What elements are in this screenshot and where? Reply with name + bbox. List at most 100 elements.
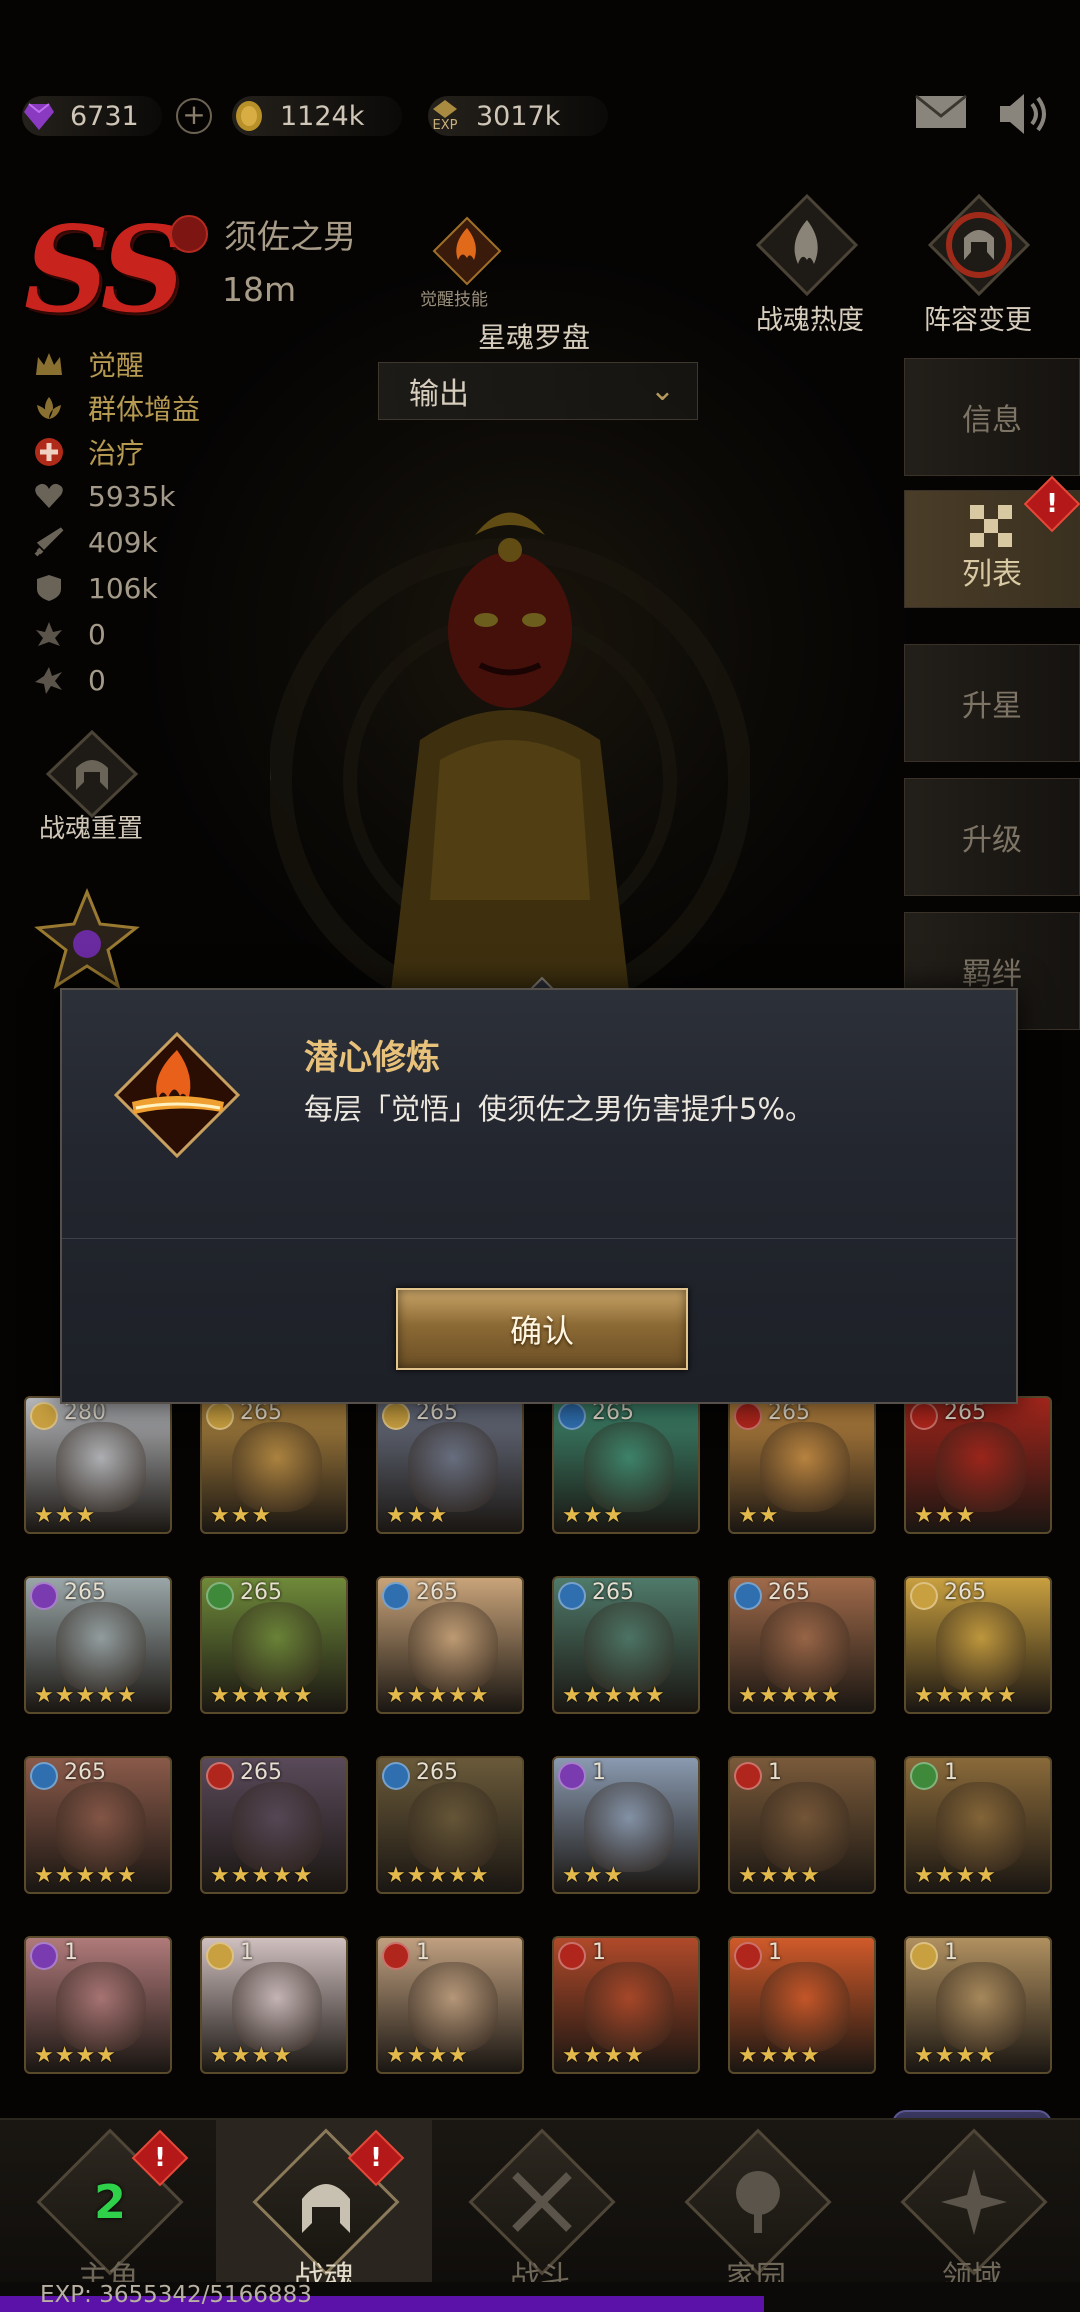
tab-info[interactable]: 信息 bbox=[904, 358, 1080, 476]
hero-name: 须佐之男 bbox=[224, 217, 356, 256]
tab-level-up[interactable]: 升级 bbox=[904, 778, 1080, 896]
constellation-button[interactable] bbox=[32, 888, 142, 992]
hero-card[interactable]: 265 ★★★★★ bbox=[904, 1576, 1052, 1714]
hero-card[interactable]: 265 ★★★★★ bbox=[728, 1576, 876, 1714]
hero-portrait bbox=[232, 1422, 322, 1512]
purple-element-icon bbox=[558, 1762, 586, 1790]
tag-awaken: 觉醒 bbox=[32, 344, 144, 384]
hero-portrait bbox=[56, 1782, 146, 1872]
hero-level: 265 bbox=[64, 1760, 106, 1785]
red-element-icon bbox=[734, 1762, 762, 1790]
tag-label: 群体增益 bbox=[88, 393, 201, 426]
hero-card[interactable]: 265 ★★★★★ bbox=[24, 1576, 172, 1714]
hero-card[interactable]: 1 ★★★★ bbox=[728, 1756, 876, 1894]
hero-stars: ★★★★ bbox=[386, 2043, 469, 2068]
hero-stars: ★★★★★ bbox=[738, 1683, 842, 1708]
hero-card[interactable]: 265 ★★★★★ bbox=[200, 1576, 348, 1714]
hero-card[interactable]: 265 ★★★★★ bbox=[200, 1756, 348, 1894]
hero-distance: 18m bbox=[222, 270, 297, 309]
hero-portrait bbox=[936, 1782, 1026, 1872]
hero-card[interactable]: 1 ★★★★ bbox=[376, 1936, 524, 2074]
hero-card[interactable]: 1 ★★★★ bbox=[904, 1936, 1052, 2074]
hero-stars: ★★★★★ bbox=[914, 1683, 1018, 1708]
hero-level: 265 bbox=[240, 1580, 282, 1605]
hero-level: 265 bbox=[768, 1580, 810, 1605]
hero-portrait bbox=[584, 1602, 674, 1692]
stat-value: 0 bbox=[88, 617, 106, 651]
stat-defense: 106k bbox=[32, 568, 158, 608]
gem-amount: 6731 bbox=[70, 100, 139, 132]
stat-attack: 409k bbox=[32, 522, 158, 562]
tag-label: 治疗 bbox=[88, 437, 145, 470]
hero-portrait bbox=[760, 1962, 850, 2052]
chevron-down-icon: ⌄ bbox=[649, 373, 675, 408]
role-dropdown[interactable]: 输出 ⌄ bbox=[378, 362, 698, 420]
hero-card[interactable]: 265 ★★★ bbox=[376, 1396, 524, 1534]
hero-level: 1 bbox=[64, 1940, 78, 1965]
burst-icon bbox=[32, 663, 66, 697]
soul-heat-button[interactable] bbox=[752, 190, 862, 300]
awaken-skill-label: 觉醒技能 bbox=[420, 290, 488, 310]
tab-label: 信息 bbox=[962, 403, 1022, 438]
hero-stars: ★★★★★ bbox=[386, 1863, 490, 1888]
checker-grid-icon bbox=[970, 505, 1012, 547]
stat-4: 0 bbox=[32, 614, 106, 654]
hero-stars: ★★★★★ bbox=[562, 1683, 666, 1708]
add-gems-button[interactable]: + bbox=[176, 98, 212, 134]
player-level: 2 bbox=[93, 2175, 126, 2229]
exp-progress-text: EXP: 3655342/5166883 bbox=[40, 2282, 312, 2308]
dropdown-value: 输出 bbox=[409, 377, 469, 412]
hero-card[interactable]: 265 ★★★★★ bbox=[376, 1576, 524, 1714]
hero-card[interactable]: 265 ★★★★★ bbox=[552, 1576, 700, 1714]
lotus-icon bbox=[32, 391, 66, 425]
hero-card[interactable]: 1 ★★★★ bbox=[904, 1756, 1052, 1894]
swap-helmet-icon bbox=[927, 193, 1031, 297]
hero-portrait bbox=[232, 1962, 322, 2052]
hero-card[interactable]: 1 ★★★ bbox=[552, 1756, 700, 1894]
hero-portrait bbox=[56, 1602, 146, 1692]
mail-icon[interactable] bbox=[914, 92, 968, 136]
stat-value: 0 bbox=[88, 663, 106, 697]
hero-card[interactable]: 280 ★★★ bbox=[24, 1396, 172, 1534]
hero-stars: ★★★★★ bbox=[210, 1683, 314, 1708]
blue-element-icon bbox=[382, 1762, 410, 1790]
hero-card[interactable]: 265 ★★ bbox=[728, 1396, 876, 1534]
stat-hp: 5935k bbox=[32, 476, 175, 516]
hero-level: 1 bbox=[240, 1940, 254, 1965]
lineup-change-button[interactable] bbox=[924, 190, 1034, 300]
gold-element-icon bbox=[910, 1942, 938, 1970]
awaken-skill-button[interactable] bbox=[430, 214, 504, 288]
hero-card[interactable]: 1 ★★★★ bbox=[728, 1936, 876, 2074]
hero-portrait bbox=[408, 1422, 498, 1512]
hero-portrait bbox=[56, 1962, 146, 2052]
hero-portrait bbox=[408, 1602, 498, 1692]
confirm-button[interactable]: 确认 bbox=[396, 1288, 688, 1370]
hero-stars: ★★★★★ bbox=[34, 1683, 138, 1708]
tab-label: 升星 bbox=[962, 689, 1022, 724]
gold-counter: 1124k bbox=[232, 96, 402, 136]
gem-icon bbox=[22, 99, 56, 133]
hero-card[interactable]: 1 ★★★★ bbox=[24, 1936, 172, 2074]
hero-card[interactable]: 265 ★★★ bbox=[200, 1396, 348, 1534]
hero-card[interactable]: 265 ★★★ bbox=[552, 1396, 700, 1534]
sound-icon[interactable] bbox=[996, 92, 1052, 136]
hero-card[interactable]: 265 ★★★★★ bbox=[376, 1756, 524, 1894]
reset-label: 战魂重置 bbox=[38, 814, 143, 844]
hero-card[interactable]: 1 ★★★★ bbox=[552, 1936, 700, 2074]
tab-star-up[interactable]: 升星 bbox=[904, 644, 1080, 762]
hero-stars: ★★★ bbox=[914, 1503, 977, 1528]
hero-portrait bbox=[760, 1422, 850, 1512]
exp-icon: EXP bbox=[428, 99, 462, 133]
hero-level: 1 bbox=[944, 1760, 958, 1785]
hero-stars: ★★★★★ bbox=[210, 1863, 314, 1888]
stat-5: 0 bbox=[32, 660, 106, 700]
hero-level: 1 bbox=[592, 1940, 606, 1965]
hero-stars: ★★★★ bbox=[914, 2043, 997, 2068]
hero-portrait bbox=[584, 1422, 674, 1512]
hero-card[interactable]: 265 ★★★ bbox=[904, 1396, 1052, 1534]
heart-icon bbox=[32, 479, 66, 513]
hero-card[interactable]: 265 ★★★★★ bbox=[24, 1756, 172, 1894]
lineup-change-label: 阵容变更 bbox=[924, 305, 1032, 336]
soul-heat-label: 战魂热度 bbox=[756, 305, 864, 336]
hero-card[interactable]: 1 ★★★★ bbox=[200, 1936, 348, 2074]
